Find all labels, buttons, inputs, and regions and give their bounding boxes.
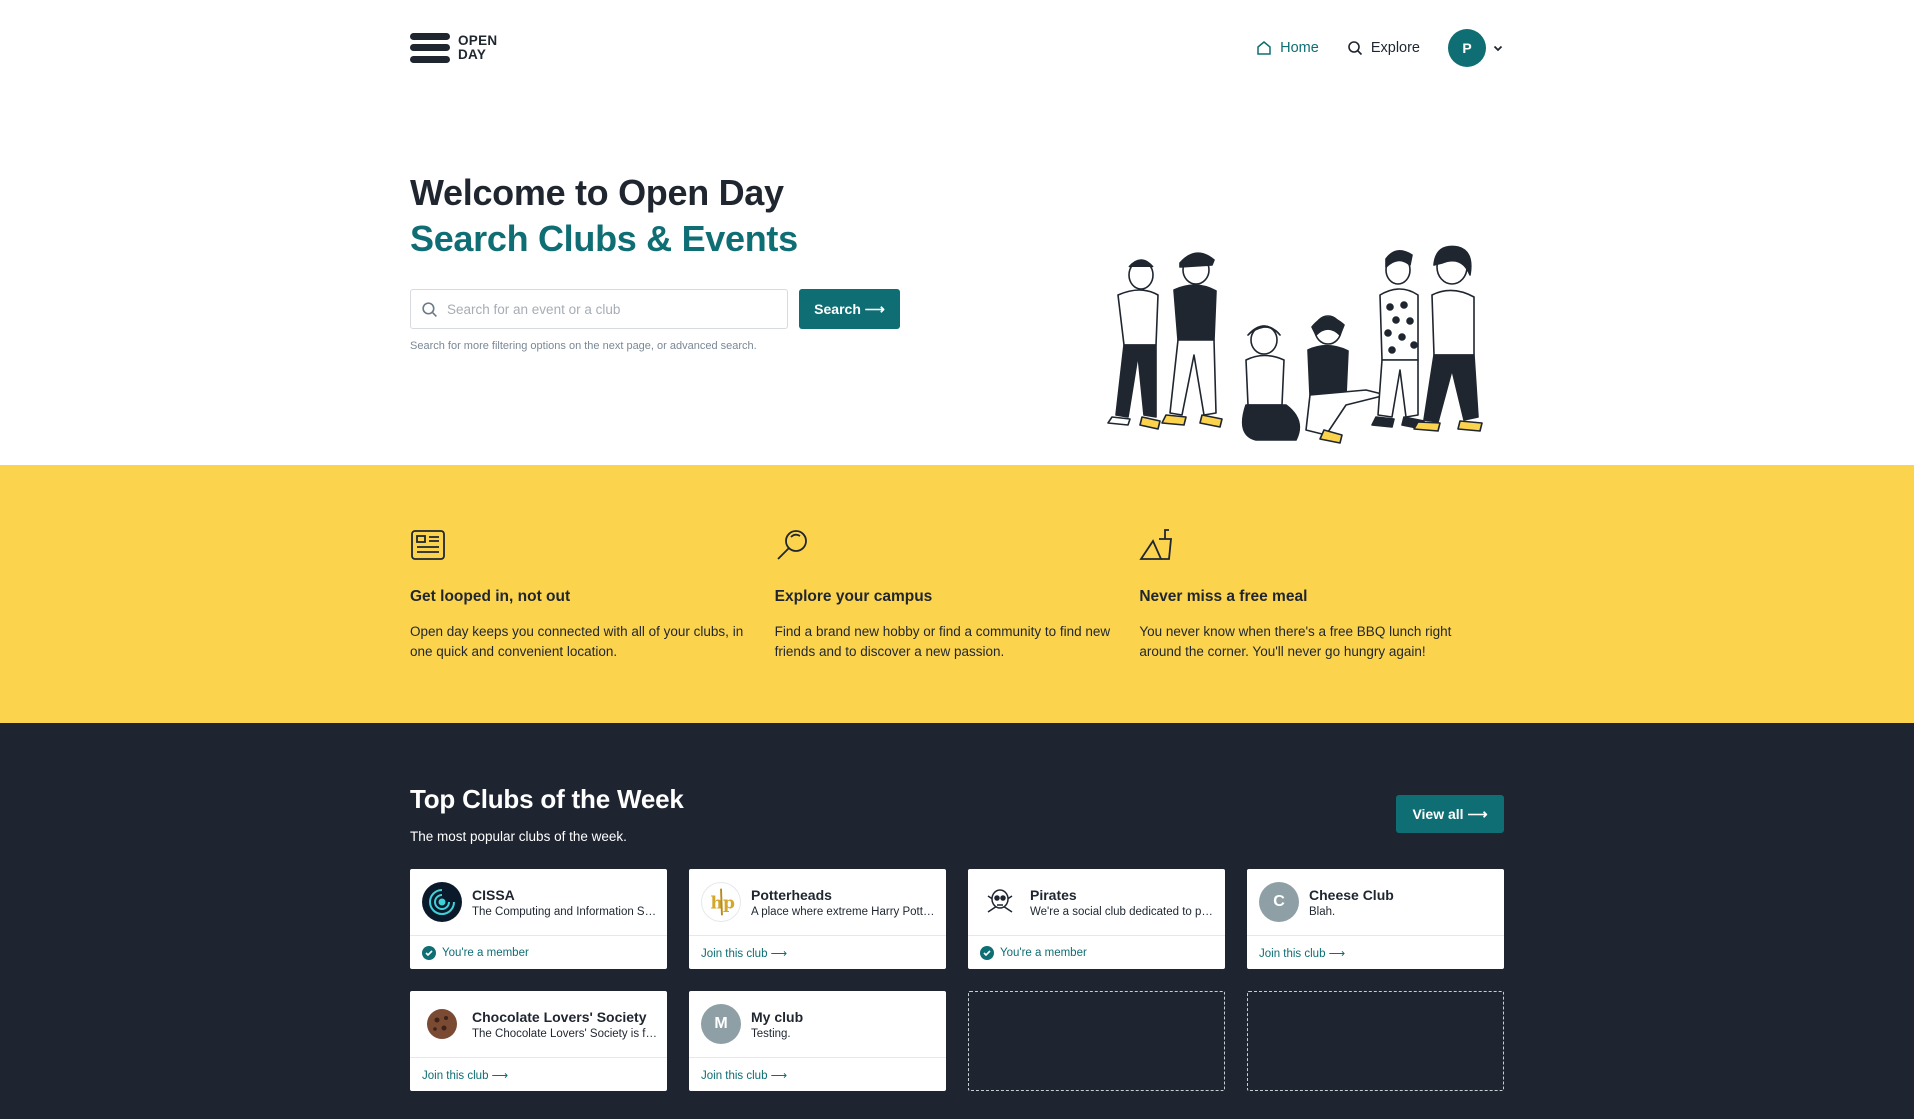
club-card-pirates[interactable]: Pirates We're a social club dedicated to… [968,869,1225,969]
feature-title: Explore your campus [774,588,933,605]
club-card-header: Chocolate Lovers' Society The Chocolate … [410,991,667,1058]
magnifier-icon [777,530,807,560]
people-illustration [1107,245,1483,444]
club-text: CISSA The Computing and Information Syst… [472,886,657,918]
club-card-header: C Cheese Club Blah. [1247,869,1504,936]
search-box [410,289,788,329]
newspaper-icon [411,530,445,560]
chevron-down-icon [1493,45,1503,51]
empty-club-slot [968,991,1225,1091]
join-label: Join this club ⟶ [701,947,788,960]
hero-subtitle: Search Clubs & Events [410,218,798,259]
section-title: Top Clubs of the Week [410,784,684,814]
site-header: OPEN DAY Home Explore P [0,0,1914,95]
club-card-header: CISSA The Computing and Information Syst… [410,869,667,936]
membership-label: You're a member [442,946,529,959]
feature-text: Find a brand new hobby or find a communi… [774,624,1111,659]
club-membership-status: You're a member [968,936,1225,969]
club-name: My club [751,1008,804,1025]
cissa-logo-icon [422,882,462,922]
feature-title: Get looped in, not out [410,588,571,605]
join-club-link[interactable]: Join this club ⟶ [410,1058,667,1091]
club-card-cissa[interactable]: CISSA The Computing and Information Syst… [410,869,667,969]
hero-title: Welcome to Open Day [410,172,784,213]
logo-line-1: OPEN [458,32,498,48]
feature-text: Open day keeps you connected with all of… [410,624,744,659]
club-membership-status: You're a member [410,936,667,969]
club-name: Pirates [1030,886,1077,903]
logo-text: OPEN DAY [458,32,498,62]
membership-label: You're a member [1000,946,1087,959]
home-icon [1257,40,1271,55]
club-description: Blah. [1309,905,1336,918]
club-card-my-club[interactable]: M My club Testing. Join this club ⟶ [689,991,946,1091]
hero-section: Welcome to Open Day Search Clubs & Event… [0,95,1914,465]
search-button[interactable]: Search ⟶ [799,289,900,329]
club-card-cheese-club[interactable]: C Cheese Club Blah. Join this club ⟶ [1247,869,1504,969]
feature-looped-in: Get looped in, not out Open day keeps yo… [410,527,775,662]
club-description: The Chocolate Lovers' Society is for cho… [472,1027,657,1040]
club-card-chocolate-lovers[interactable]: Chocolate Lovers' Society The Chocolate … [410,991,667,1091]
search-row: Search ⟶ [410,289,900,329]
empty-club-slot [1247,991,1504,1091]
clubs-grid: CISSA The Computing and Information Syst… [410,869,1504,1091]
feature-free-meal: Never miss a free meal You never know wh… [1139,527,1504,662]
check-circle-icon [422,945,436,960]
logo[interactable]: OPEN DAY [410,32,498,63]
club-initial-avatar: M [701,1004,741,1044]
join-label: Join this club ⟶ [1259,947,1346,960]
view-all-button[interactable]: View all ⟶ [1396,795,1504,833]
club-card-header: M My club Testing. [689,991,946,1058]
hero-heading: Welcome to Open Day Search Clubs & Event… [410,170,798,262]
club-text: Cheese Club Blah. [1309,887,1492,918]
club-text: Pirates We're a social club dedicated to… [1030,886,1215,918]
section-subtitle: The most popular clubs of the week. [410,829,627,844]
nav-home-label: Home [1280,39,1319,56]
club-description: Testing. [751,1027,791,1040]
pirates-logo-icon [980,882,1020,922]
club-name: Potterheads [751,886,832,903]
join-club-link[interactable]: Join this club ⟶ [689,1058,946,1091]
club-initial-avatar: C [1259,882,1299,922]
club-text: Chocolate Lovers' Society The Chocolate … [472,1008,657,1040]
features-section: Get looped in, not out Open day keeps yo… [0,465,1914,723]
nav-explore[interactable]: Explore [1347,40,1420,56]
potterheads-logo-icon: hp [701,882,741,922]
nav-home[interactable]: Home [1256,40,1319,56]
search-icon [1348,40,1362,55]
club-card-potterheads[interactable]: hp Potterheads A place where extreme Har… [689,869,946,969]
club-text: Potterheads A place where extreme Harry … [751,886,936,918]
club-description: We're a social club dedicated to pirates [1030,905,1215,918]
club-text: My club Testing. [751,1009,934,1040]
club-description: The Computing and Information Systems St… [472,905,657,918]
logo-mark-icon [410,32,450,63]
search-icon [422,301,437,317]
feature-explore: Explore your campus Find a brand new hob… [775,527,1140,662]
svg-text:hp: hp [711,894,735,914]
check-circle-icon [980,945,994,960]
search-input[interactable] [447,301,777,317]
join-label: Join this club ⟶ [422,1069,509,1082]
logo-line-2: DAY [458,46,487,62]
club-card-header: Pirates We're a social club dedicated to… [968,869,1225,936]
top-clubs-section: Top Clubs of the Week The most popular c… [0,723,1914,1119]
join-club-link[interactable]: Join this club ⟶ [1247,936,1504,969]
club-card-header: hp Potterheads A place where extreme Har… [689,869,946,936]
club-name: Cheese Club [1309,886,1394,903]
join-club-link[interactable]: Join this club ⟶ [689,936,946,969]
main-nav: Home Explore P [1256,28,1504,67]
avatar: P [1448,28,1486,67]
user-menu[interactable]: P [1448,28,1504,67]
join-label: Join this club ⟶ [701,1069,788,1082]
search-hint: Search for more filtering options on the… [410,340,757,352]
club-name: Chocolate Lovers' Society [472,1008,647,1025]
feature-text: You never know when there's a free BBQ l… [1139,624,1452,659]
club-name: CISSA [472,886,515,903]
chocolate-logo-icon [422,1004,462,1044]
club-description: A place where extreme Harry Potter fans … [751,905,936,918]
feature-title: Never miss a free meal [1139,588,1308,605]
food-icon [1139,529,1173,560]
nav-explore-label: Explore [1370,39,1420,56]
